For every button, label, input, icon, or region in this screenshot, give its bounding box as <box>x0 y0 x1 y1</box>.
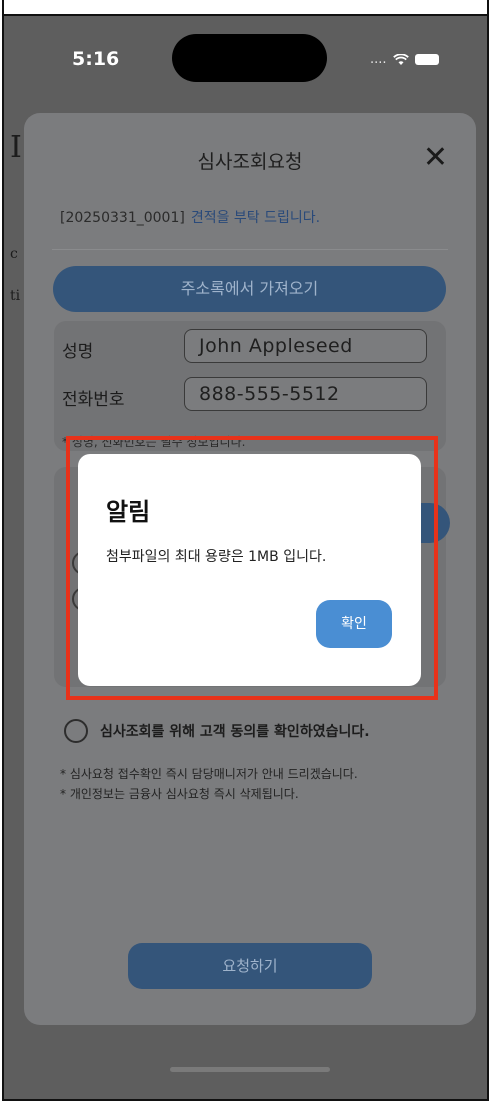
divider <box>52 249 448 250</box>
phone-label: 전화번호 <box>62 390 125 410</box>
wifi-icon <box>392 53 409 65</box>
close-icon[interactable]: ✕ <box>423 143 448 173</box>
reference-code: [20250331_0001] <box>60 210 185 226</box>
background-text: c <box>10 246 18 262</box>
name-field[interactable]: John Appleseed <box>184 329 427 363</box>
info-note: * 개인정보는 금융사 심사요청 즉시 삭제됩니다. <box>60 787 299 801</box>
consent-checkbox[interactable] <box>64 719 88 743</box>
status-icons: .... <box>370 52 439 67</box>
background-text: ti <box>10 288 21 304</box>
import-from-contacts-button[interactable]: 주소록에서 가져오기 <box>53 266 446 312</box>
reference-row: [20250331_0001] 견적을 부탁 드립니다. <box>60 207 320 227</box>
request-button[interactable]: 요청하기 <box>128 943 372 989</box>
confirm-button[interactable]: 확인 <box>316 600 392 648</box>
status-time: 5:16 <box>72 48 120 70</box>
alert-title: 알림 <box>106 498 151 526</box>
sheet-title: 심사조회요청 <box>197 151 303 173</box>
customer-form: 성명 John Appleseed 전화번호 888-555-5512 * 성명… <box>54 321 446 451</box>
alert-message: 첨부파일의 최대 용량은 1MB 입니다. <box>106 549 327 565</box>
name-label: 성명 <box>62 342 94 362</box>
reference-message: 견적을 부탁 드립니다. <box>190 210 321 226</box>
alert-dialog: 알림 첨부파일의 최대 용량은 1MB 입니다. 확인 <box>78 454 421 686</box>
signal-indicator: .... <box>370 52 387 67</box>
home-indicator <box>170 1067 330 1072</box>
consent-row[interactable]: 심사조회를 위해 고객 동의를 확인하였습니다. <box>64 719 370 743</box>
consent-label: 심사조회를 위해 고객 동의를 확인하였습니다. <box>100 724 370 740</box>
battery-icon <box>414 54 439 65</box>
info-note: * 심사요청 접수확인 즉시 담당매니저가 안내 드리겠습니다. <box>60 767 358 781</box>
phone-field[interactable]: 888-555-5512 <box>184 377 427 411</box>
dynamic-island <box>172 34 327 82</box>
background-heading: I <box>10 130 22 165</box>
